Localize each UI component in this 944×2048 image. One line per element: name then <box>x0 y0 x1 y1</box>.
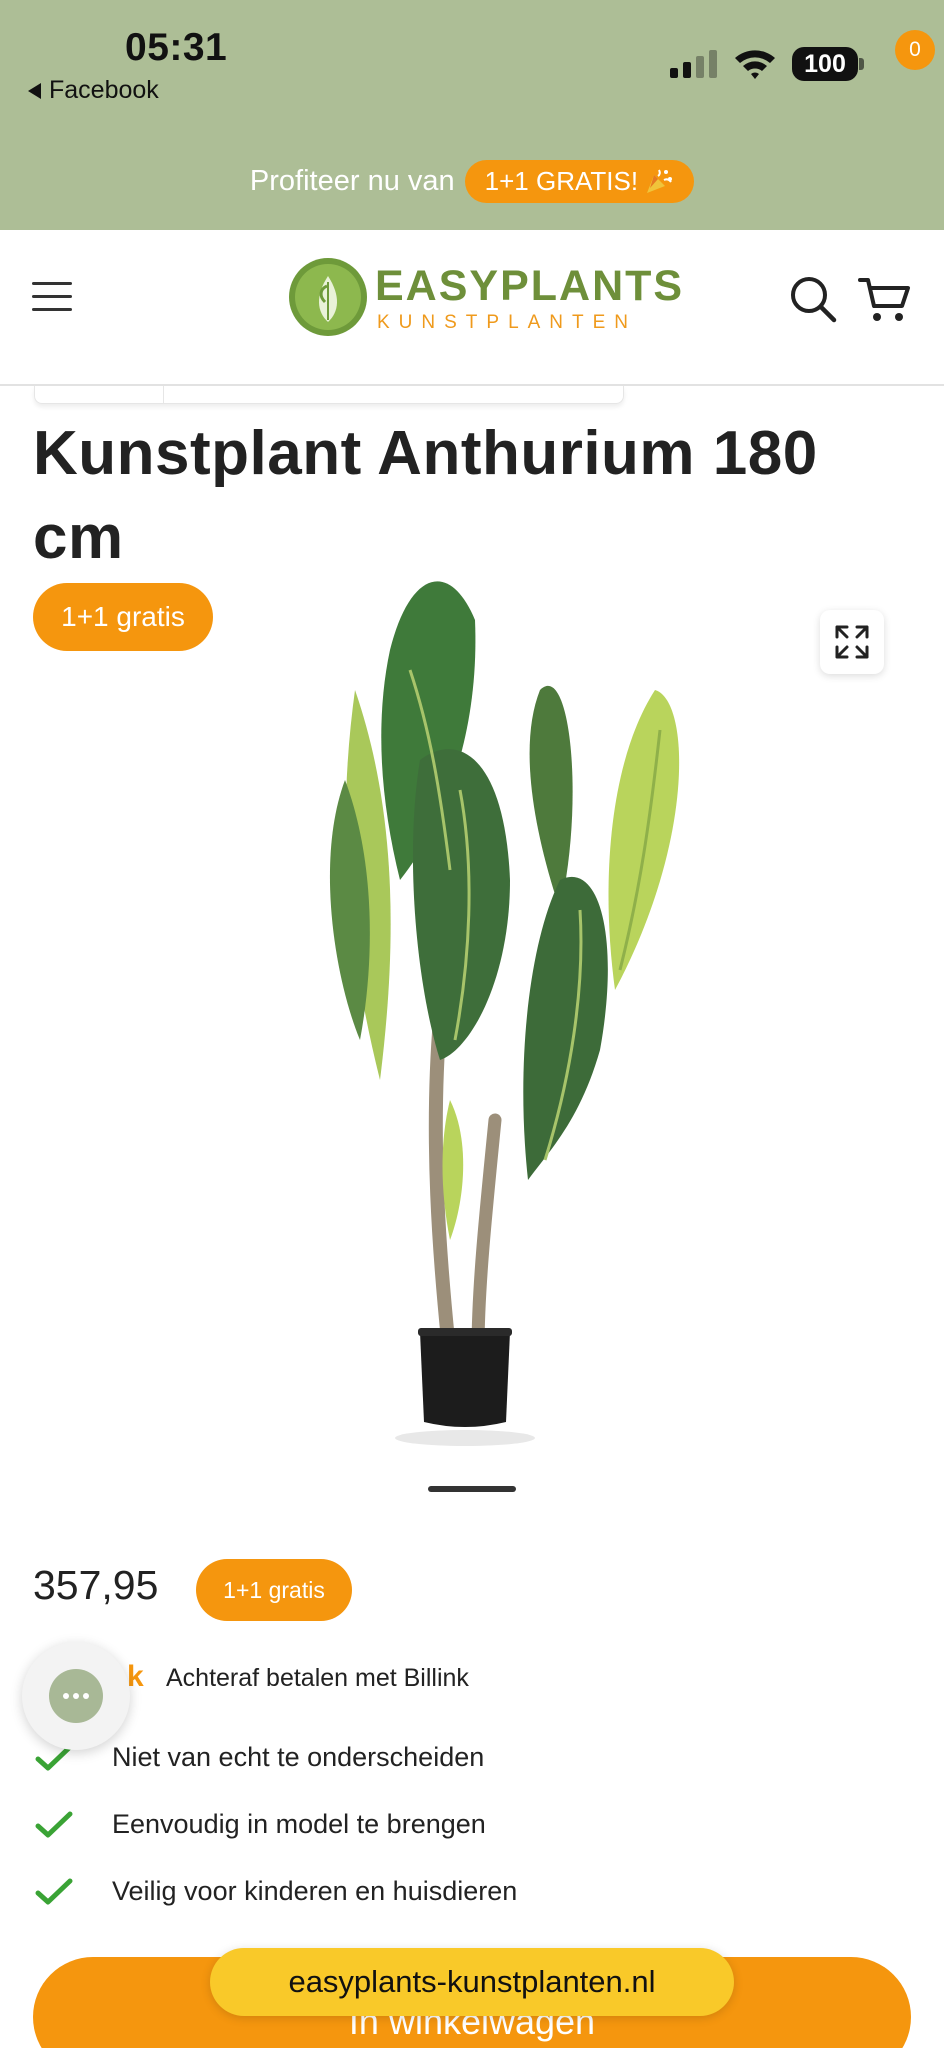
promo-pill[interactable]: 1+1 GRATIS! <box>464 159 695 203</box>
status-time: 05:31 <box>125 26 228 69</box>
logo-subtitle: KUNSTPLANTEN <box>377 312 638 333</box>
logo-name: EASYPLANTS <box>375 262 685 310</box>
battery-level: 100 <box>792 47 858 81</box>
product-price: 357,95 <box>33 1562 159 1608</box>
party-popper-icon <box>647 169 673 193</box>
chat-button[interactable] <box>22 1642 130 1750</box>
usp-item: Eenvoudig in model te brengen <box>34 1809 486 1840</box>
product-title: Kunstplant Anthurium 180 cm <box>33 419 818 572</box>
logo-leaf-icon <box>289 258 367 336</box>
usp-text: Veilig voor kinderen en huisdieren <box>112 1876 518 1906</box>
gallery-indicator[interactable] <box>428 1486 516 1492</box>
expand-image-button[interactable] <box>820 610 884 674</box>
promo-text: Profiteer nu van <box>249 164 455 197</box>
back-app-label: Facebook <box>49 76 159 104</box>
browser-url-bar[interactable]: easyplants-kunstplanten.nl <box>210 1948 734 2016</box>
promo-bar[interactable]: Profiteer nu van 1+1 GRATIS! <box>0 158 944 204</box>
site-logo[interactable]: EASYPLANTS KUNSTPLANTEN <box>287 256 682 342</box>
wifi-icon <box>735 50 775 79</box>
check-icon <box>35 1878 73 1904</box>
site-header: EASYPLANTS KUNSTPLANTEN <box>0 230 944 386</box>
search-icon[interactable] <box>788 274 838 324</box>
back-to-app-link[interactable]: Facebook <box>28 76 159 105</box>
usp-item: Veilig voor kinderen en huisdieren <box>34 1876 517 1907</box>
back-arrow-icon <box>28 82 41 99</box>
promo-pill-label: 1+1 GRATIS! <box>484 165 639 196</box>
usp-text: Eenvoudig in model te brengen <box>112 1809 486 1839</box>
expand-icon <box>835 625 869 659</box>
product-image[interactable] <box>300 580 720 1460</box>
billink-text: Achteraf betalen met Billink <box>166 1664 469 1692</box>
cart-icon[interactable] <box>858 274 912 324</box>
product-badge: 1+1 gratis <box>33 583 213 651</box>
signal-icon <box>670 50 717 78</box>
breadcrumb-strip <box>34 386 624 404</box>
usp-text: Niet van echt te onderscheiden <box>112 1742 485 1772</box>
cart-count-badge: 0 <box>895 30 935 70</box>
battery-icon: 100 <box>792 47 864 81</box>
chat-bubble-icon <box>49 1669 103 1723</box>
check-icon <box>35 1811 73 1837</box>
menu-icon[interactable] <box>32 282 74 316</box>
price-badge: 1+1 gratis <box>196 1559 352 1621</box>
usp-item: Niet van echt te onderscheiden <box>34 1742 484 1773</box>
